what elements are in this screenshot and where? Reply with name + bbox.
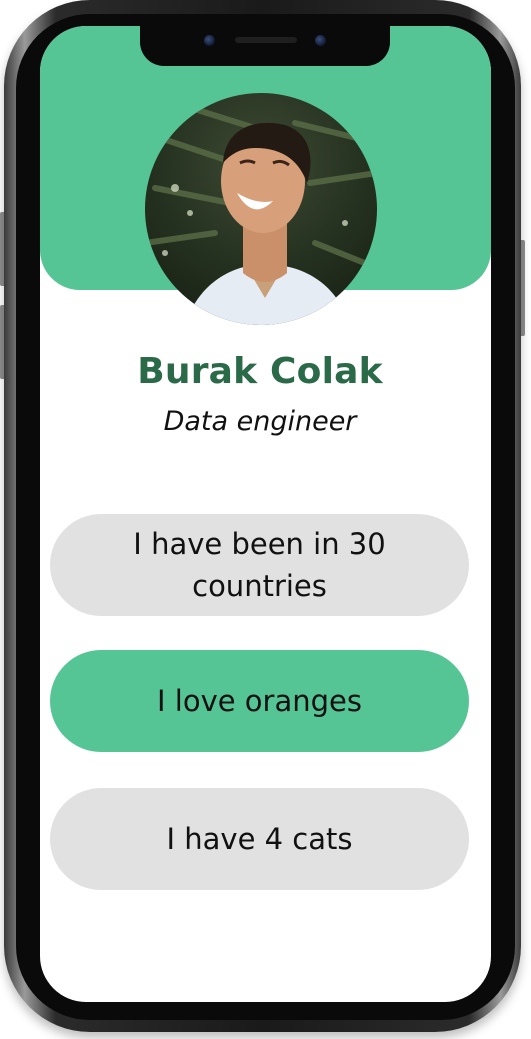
camera-icon	[204, 35, 215, 46]
mockup-stage: Burak Colak Data engineer I have been in…	[0, 0, 531, 1039]
profile-photo-icon	[145, 100, 377, 325]
fact-button-oranges[interactable]: I love oranges	[50, 650, 469, 752]
fact-button-countries[interactable]: I have been in 30 countries	[50, 514, 469, 616]
notch	[140, 26, 390, 66]
profile-name: Burak Colak	[137, 351, 383, 392]
phone-screen: Burak Colak Data engineer I have been in…	[40, 26, 491, 1002]
speaker-grille	[235, 37, 297, 43]
avatar	[145, 93, 377, 325]
fact-label: I have 4 cats	[166, 822, 353, 856]
profile-role: Data engineer	[163, 406, 357, 437]
fact-button-cats[interactable]: I have 4 cats	[50, 788, 469, 890]
sensor-icon	[315, 35, 326, 46]
fact-label: I have been in 30 countries	[133, 527, 386, 603]
fact-label: I love oranges	[157, 684, 362, 718]
